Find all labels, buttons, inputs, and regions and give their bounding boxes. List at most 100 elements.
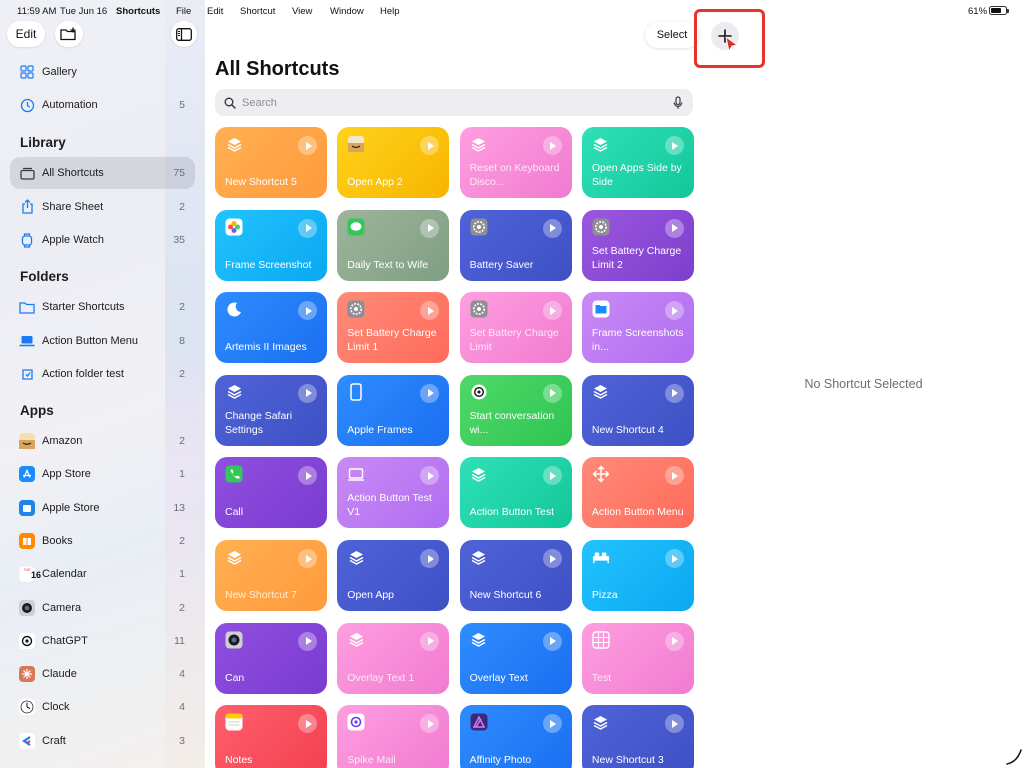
shortcut-tile-battery-saver[interactable]: Battery Saver — [459, 209, 572, 281]
play-icon[interactable] — [542, 383, 562, 403]
resize-handle-icon[interactable] — [1005, 748, 1023, 766]
sidebar-item-automation[interactable]: Automation 5 — [10, 89, 195, 121]
menu-shortcut[interactable]: Shortcut — [240, 6, 275, 17]
play-icon[interactable] — [664, 466, 684, 486]
shortcut-tile-call[interactable]: Call — [215, 457, 327, 529]
clock-app-icon — [19, 699, 35, 716]
sidebar-item-share-sheet[interactable]: Share Sheet 2 — [10, 191, 195, 223]
shortcut-tile-change-safari-settings[interactable]: Change Safari Settings — [215, 374, 327, 446]
play-icon[interactable] — [420, 218, 440, 238]
sidebar-item-label: All Shortcuts — [42, 167, 104, 179]
play-icon[interactable] — [542, 549, 562, 568]
play-icon[interactable] — [420, 383, 440, 403]
play-icon[interactable] — [420, 301, 440, 321]
sidebar-item-claude[interactable]: Claude 4 — [10, 658, 195, 690]
sidebar-item-books[interactable]: Books 2 — [10, 525, 195, 557]
new-folder-button[interactable] — [55, 21, 83, 47]
shortcut-tile-new-shortcut-3[interactable]: New Shortcut 3 — [581, 705, 694, 768]
sidebar-item-all-shortcuts[interactable]: All Shortcuts 75 — [10, 157, 195, 189]
shortcut-tile-action-button-test-v1[interactable]: Action Button Test V1 — [337, 457, 450, 529]
menu-edit[interactable]: Edit — [207, 6, 223, 17]
shortcut-tile-new-shortcut-6[interactable]: New Shortcut 6 — [459, 540, 572, 611]
sidebar-item-action-folder-test[interactable]: Action folder test 2 — [10, 358, 195, 390]
play-icon[interactable] — [298, 714, 317, 734]
shortcut-tile-frame-screenshots-in[interactable]: Frame Screenshots in... — [581, 292, 694, 364]
sidebar-item-chatgpt[interactable]: ChatGPT 11 — [10, 625, 195, 657]
play-icon[interactable] — [420, 549, 440, 568]
shortcut-tile-set-battery-charge-limit-2[interactable]: Set Battery Charge Limit 2 — [581, 209, 694, 281]
shortcut-tile-open-app[interactable]: Open App — [337, 540, 450, 611]
shortcut-tile-daily-text-to-wife[interactable]: Daily Text to Wife — [337, 209, 450, 281]
shortcut-tile-pizza[interactable]: Pizza — [581, 540, 694, 611]
sidebar-item-clock[interactable]: Clock 4 — [10, 691, 195, 723]
shortcut-tile-artemis-ii-images[interactable]: Artemis II Images — [215, 292, 327, 364]
menubar-app-name[interactable]: Shortcuts — [116, 6, 160, 17]
shortcut-tile-set-battery-charge-limit[interactable]: Set Battery Charge Limit — [459, 292, 572, 364]
sidebar-item-starter-shortcuts[interactable]: Starter Shortcuts 2 — [10, 291, 195, 323]
play-icon[interactable] — [542, 714, 562, 734]
shortcut-tile-apple-frames[interactable]: Apple Frames — [337, 374, 450, 446]
shortcut-tile-set-battery-charge-limit-1[interactable]: Set Battery Charge Limit 1 — [337, 292, 450, 364]
play-icon[interactable] — [542, 631, 562, 651]
app-store-app-icon — [19, 466, 35, 483]
sidebar-item-calendar[interactable]: TUE Calendar 1 16 — [10, 558, 195, 590]
shortcut-tile-reset-on-keyboard-disco[interactable]: Reset on Keyboard Disco... — [459, 127, 572, 198]
menu-view[interactable]: View — [292, 6, 312, 17]
menu-help[interactable]: Help — [380, 6, 400, 17]
shortcut-tile-new-shortcut-4[interactable]: New Shortcut 4 — [581, 374, 694, 446]
play-icon[interactable] — [542, 218, 562, 238]
shortcut-tile-overlay-text-1[interactable]: Overlay Text 1 — [337, 622, 450, 694]
sidebar-item-apple-store[interactable]: Apple Store 13 — [10, 492, 195, 524]
play-icon[interactable] — [298, 631, 317, 651]
shortcut-tile-notes[interactable]: Notes — [215, 705, 327, 768]
play-icon[interactable] — [298, 466, 317, 486]
menu-window[interactable]: Window — [330, 6, 364, 17]
shortcut-tile-can[interactable]: Can — [215, 622, 327, 694]
shortcut-tile-spike-mail[interactable]: Spike Mail — [337, 705, 450, 768]
play-icon[interactable] — [542, 466, 562, 486]
sidebar-item-app-store[interactable]: App Store 1 — [10, 458, 195, 490]
sidebar-item-apple-watch[interactable]: Apple Watch 35 — [10, 224, 195, 256]
play-icon[interactable] — [542, 301, 562, 321]
play-icon[interactable] — [298, 136, 317, 155]
menu-file[interactable]: File — [176, 6, 191, 17]
select-button[interactable]: Select — [645, 22, 699, 48]
sidebar-toggle-button[interactable] — [171, 21, 197, 47]
shortcut-tile-start-conversation-wi[interactable]: Start conversation wi... — [459, 374, 572, 446]
play-icon[interactable] — [664, 301, 684, 321]
shortcut-tile-new-shortcut-7[interactable]: New Shortcut 7 — [215, 540, 327, 611]
edit-button[interactable]: Edit — [7, 21, 45, 47]
play-icon[interactable] — [298, 383, 317, 403]
sidebar-item-camera[interactable]: Camera 2 — [10, 592, 195, 624]
play-icon[interactable] — [298, 301, 317, 321]
microphone-icon[interactable] — [673, 95, 683, 110]
play-icon[interactable] — [420, 466, 440, 486]
play-icon[interactable] — [420, 136, 440, 155]
shortcut-tile-affinity-photo[interactable]: Affinity Photo — [459, 705, 572, 768]
play-icon[interactable] — [420, 714, 440, 734]
sidebar-item-gallery[interactable]: Gallery — [10, 56, 195, 88]
search-field[interactable]: Search — [215, 89, 693, 116]
play-icon[interactable] — [664, 136, 684, 155]
shortcut-tile-action-button-menu[interactable]: Action Button Menu — [581, 457, 694, 529]
shortcut-name: Open App — [347, 589, 395, 601]
play-icon[interactable] — [664, 549, 684, 568]
shortcut-tile-open-apps-side-by-side[interactable]: Open Apps Side by Side — [581, 127, 694, 198]
sidebar-item-action-button-menu[interactable]: Action Button Menu 8 — [10, 325, 195, 357]
shortcut-tile-test[interactable]: Test — [581, 622, 694, 694]
play-icon[interactable] — [298, 549, 317, 568]
shortcut-tile-open-app-2[interactable]: Open App 2 — [337, 127, 450, 198]
play-icon[interactable] — [420, 631, 440, 651]
play-icon[interactable] — [542, 136, 562, 155]
shortcut-tile-overlay-text[interactable]: Overlay Text — [459, 622, 572, 694]
play-icon[interactable] — [664, 218, 684, 238]
shortcut-tile-frame-screenshot[interactable]: Frame Screenshot — [215, 209, 327, 281]
shortcut-tile-action-button-test[interactable]: Action Button Test — [459, 457, 572, 529]
sidebar-item-amazon[interactable]: Amazon 2 — [10, 425, 195, 457]
play-icon[interactable] — [664, 631, 684, 651]
play-icon[interactable] — [664, 383, 684, 403]
sidebar-item-craft[interactable]: Craft 3 — [10, 725, 195, 757]
play-icon[interactable] — [664, 714, 684, 734]
play-icon[interactable] — [298, 218, 317, 238]
shortcut-tile-new-shortcut-5[interactable]: New Shortcut 5 — [215, 127, 327, 198]
